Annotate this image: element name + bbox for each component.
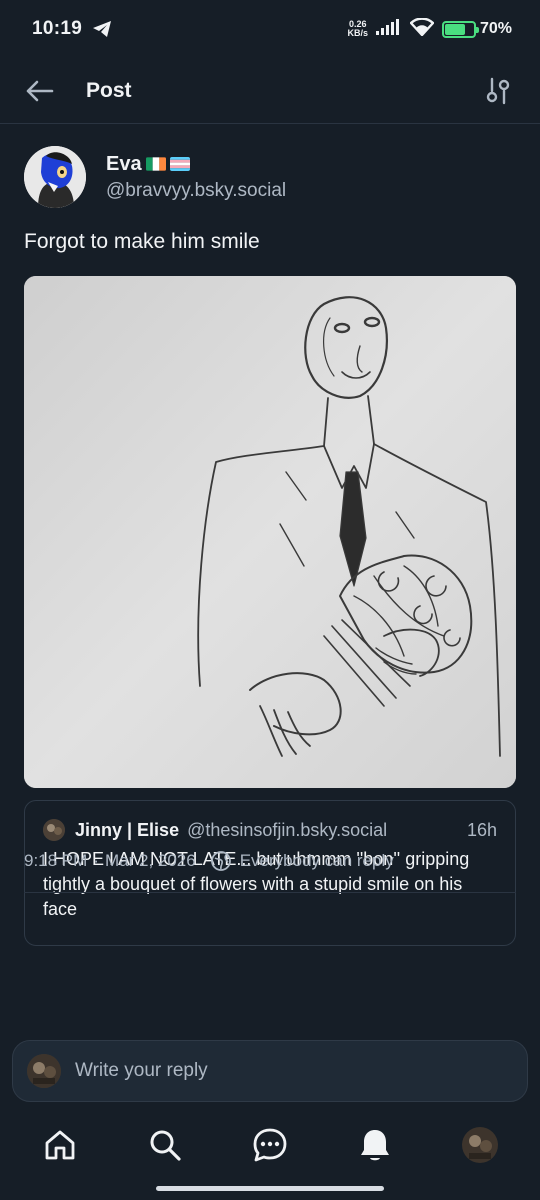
post-timestamp: 9:18 PM bbox=[24, 851, 88, 870]
display-name-row: Eva bbox=[106, 153, 286, 176]
signal-icon bbox=[375, 18, 402, 40]
reply-input-placeholder: Write your reply bbox=[75, 1060, 208, 1081]
my-avatar bbox=[27, 1054, 61, 1088]
post-divider bbox=[24, 892, 516, 893]
author-text: Eva @bravvyy.bsky.social bbox=[106, 153, 286, 202]
status-time: 10:19 bbox=[32, 18, 83, 39]
status-indicators: 0.26 KB/s 70% bbox=[347, 16, 512, 41]
quoted-post[interactable]: Jinny | Elise @thesinsofjin.bsky.social … bbox=[24, 800, 516, 946]
nav-profile[interactable] bbox=[456, 1121, 504, 1169]
page-title: Post bbox=[86, 78, 132, 102]
bottom-nav bbox=[0, 1110, 540, 1180]
thread-settings-button[interactable] bbox=[480, 73, 516, 109]
app-header: Post bbox=[0, 58, 540, 124]
quoted-post-header: Jinny | Elise @thesinsofjin.bsky.social … bbox=[43, 819, 497, 841]
post-text: Forgot to make him smile bbox=[24, 230, 260, 253]
quoted-author-avatar bbox=[43, 819, 65, 841]
profile-avatar bbox=[462, 1127, 498, 1163]
author-avatar[interactable] bbox=[24, 146, 86, 208]
home-indicator[interactable] bbox=[156, 1186, 384, 1191]
home-icon bbox=[45, 1130, 75, 1160]
nav-home[interactable] bbox=[36, 1121, 84, 1169]
post-author[interactable]: Eva @bravvyy.bsky.social bbox=[0, 124, 540, 208]
post-date: Mar 2, 2026 bbox=[104, 851, 196, 870]
battery-icon bbox=[441, 20, 479, 38]
reply-composer[interactable]: Write your reply bbox=[12, 1040, 528, 1102]
nav-chat[interactable] bbox=[246, 1121, 294, 1169]
chat-icon bbox=[253, 1128, 287, 1162]
network-speed-unit: KB/s bbox=[347, 28, 368, 38]
ireland-flag-icon bbox=[145, 157, 166, 171]
notifications-icon bbox=[361, 1130, 389, 1161]
post: Eva @bravvyy.bsky.social Forgot to make … bbox=[0, 124, 540, 946]
search-icon bbox=[150, 1130, 181, 1161]
back-button[interactable] bbox=[24, 71, 64, 111]
nav-notifications[interactable] bbox=[351, 1121, 399, 1169]
status-bar: 10:19 0.26 KB/s 70% bbox=[0, 0, 540, 58]
author-handle: @bravvyy.bsky.social bbox=[106, 179, 287, 201]
meta-separator: · bbox=[93, 851, 99, 870]
wifi-icon bbox=[409, 16, 435, 41]
reply-permission[interactable]: Everybody can reply bbox=[210, 850, 394, 872]
network-speed: 0.26 KB/s bbox=[347, 20, 368, 38]
globe-reply-icon bbox=[210, 851, 231, 871]
sliders-icon bbox=[486, 77, 510, 104]
post-image[interactable] bbox=[24, 276, 516, 788]
telegram-icon bbox=[92, 20, 112, 38]
battery-percent: 70% bbox=[479, 20, 512, 37]
nav-search[interactable] bbox=[141, 1121, 189, 1169]
post-meta: 9:18 PM · Mar 2, 2026 Everybody can repl… bbox=[24, 850, 394, 872]
quoted-post-time: 16h bbox=[466, 819, 497, 840]
battery-indicator: 70% bbox=[441, 20, 512, 38]
reply-permission-label: Everybody can reply bbox=[239, 851, 394, 870]
transgender-flag-icon bbox=[169, 157, 190, 171]
author-display-name: Eva bbox=[106, 152, 142, 175]
quoted-author-name: Jinny | Elise bbox=[75, 819, 180, 840]
quoted-author-handle: @thesinsofjin.bsky.social bbox=[187, 819, 388, 840]
arrow-left-icon bbox=[26, 80, 54, 101]
